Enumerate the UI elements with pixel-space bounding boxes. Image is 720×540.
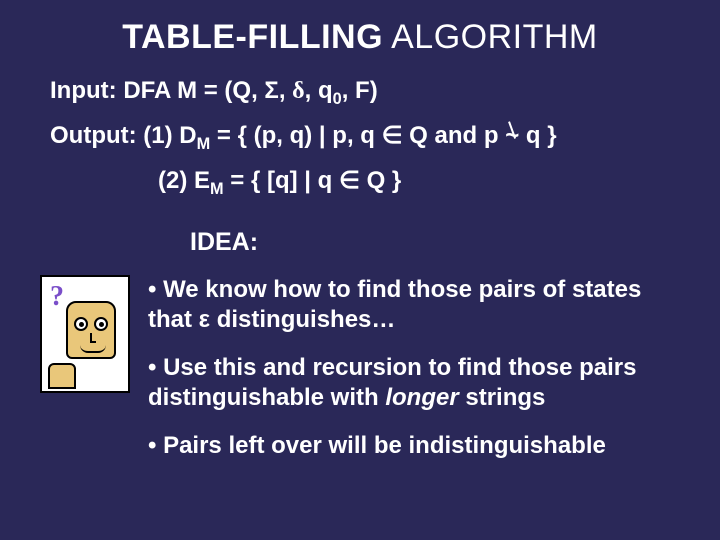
out2-sub: M <box>210 180 224 198</box>
mouth-icon <box>80 345 106 353</box>
eye-right-icon <box>94 317 108 331</box>
bullet-1: • We know how to find those pairs of sta… <box>148 275 680 335</box>
element-of-symbol-1: ∈ <box>382 123 403 149</box>
out1-a: (1) D <box>143 122 196 149</box>
nose-icon <box>90 333 96 343</box>
eye-left-icon <box>74 317 88 331</box>
delta-symbol: δ <box>292 78 304 104</box>
not-similar-symbol: ~ <box>505 120 519 151</box>
title-part2: ALGORITHM <box>383 18 598 56</box>
out1-c: Q and p <box>403 122 506 149</box>
input-text-b: , q <box>305 77 333 104</box>
out2-c: Q } <box>360 167 401 194</box>
bullet-2: • Use this and recursion to find those p… <box>148 353 680 413</box>
face-shape <box>66 301 116 359</box>
question-mark-icon: ? <box>50 281 64 313</box>
element-of-symbol-2: ∈ <box>339 168 360 194</box>
pupil-right <box>99 322 104 327</box>
bullet-2-em: longer <box>385 384 458 411</box>
output-label: Output: <box>50 122 143 149</box>
idea-label: IDEA: <box>40 228 680 257</box>
out2-a: (2) E <box>158 167 210 194</box>
output-line-1: Output: (1) DM = { (p, q) | p, q ∈ Q and… <box>40 120 680 155</box>
out1-d: q } <box>519 122 556 149</box>
out1-b: = { (p, q) | p, q <box>210 122 381 149</box>
icon-cell: ? <box>40 275 130 393</box>
pupil-left <box>79 322 84 327</box>
out1-sub: M <box>197 135 211 153</box>
slide-title: TABLE-FILLING ALGORITHM <box>40 18 680 57</box>
thinking-face-icon: ? <box>40 275 130 393</box>
input-text-a: DFA M = (Q, Σ, <box>123 77 292 104</box>
bullet-3: • Pairs left over will be indistinguisha… <box>148 431 680 461</box>
bullet-list: • We know how to find those pairs of sta… <box>148 275 680 479</box>
out2-b: = { [q] | q <box>224 167 339 194</box>
bullet-2b: strings <box>459 384 546 411</box>
input-text-c: , F) <box>342 77 378 104</box>
input-line: Input: DFA M = (Q, Σ, δ, q0, F) <box>40 75 680 110</box>
input-label: Input: <box>50 77 123 104</box>
title-part1: TABLE-FILLING <box>122 18 383 56</box>
slide-container: TABLE-FILLING ALGORITHM Input: DFA M = (… <box>0 0 720 540</box>
q-zero-sub: 0 <box>333 90 342 108</box>
content-row: ? • We know how to find those pairs of s… <box>40 275 680 479</box>
output-line-2: (2) EM = { [q] | q ∈ Q } <box>40 165 680 200</box>
hand-icon <box>48 363 76 389</box>
